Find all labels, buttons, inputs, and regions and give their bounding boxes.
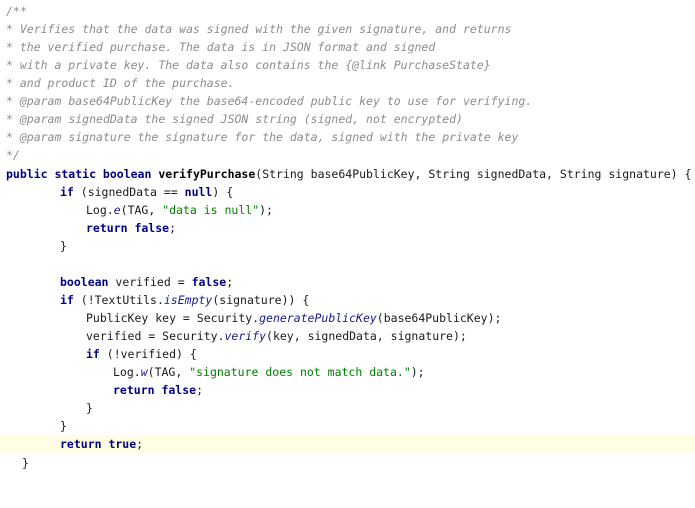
code-text: ; [196, 383, 204, 397]
closing-brace: } [60, 419, 67, 433]
code-text: verified = Security. [86, 329, 225, 343]
keyword: if [60, 185, 74, 199]
code-line[interactable]: return false; [0, 381, 695, 399]
static-method-call: isEmpty [163, 293, 213, 307]
code-line[interactable]: * @param signedData the signed JSON stri… [0, 110, 695, 128]
comment-text: * [6, 112, 20, 126]
param-tag: @param [19, 130, 62, 144]
comment-text: * [6, 94, 20, 108]
code-line[interactable]: * @param base64PublicKey the base64-enco… [0, 92, 695, 110]
code-text: ); [259, 203, 273, 217]
code-text: ; [169, 221, 177, 235]
code-text: ; [226, 275, 234, 289]
static-method-call: verify [224, 329, 267, 343]
comment-text: * with a private key. The data also cont… [6, 58, 491, 72]
code-line-method-signature[interactable]: public static boolean verifyPurchase(Str… [0, 165, 695, 183]
code-line[interactable]: } [0, 237, 695, 255]
code-text: (key, signedData, signature); [266, 329, 467, 343]
code-line[interactable]: * Verifies that the data was signed with… [0, 20, 695, 38]
static-method-call: w [140, 365, 148, 379]
code-line[interactable]: if (!verified) { [0, 345, 695, 363]
code-line[interactable]: * @param signature the signature for the… [0, 128, 695, 146]
keyword: boolean [60, 275, 109, 289]
keyword: if [60, 293, 74, 307]
code-text: (TAG, [147, 365, 190, 379]
code-line[interactable]: */ [0, 146, 695, 164]
code-line[interactable]: * the verified purchase. The data is in … [0, 38, 695, 56]
code-line[interactable]: if (signedData == null) { [0, 183, 695, 201]
code-text: ); [410, 365, 425, 379]
code-text: PublicKey key = Security. [86, 311, 260, 325]
code-line[interactable]: Log.w(TAG, "signature does not match dat… [0, 363, 695, 381]
comment-text: * the verified purchase. The data is in … [6, 40, 436, 54]
keyword: public static boolean [6, 167, 159, 181]
comment-text: */ [6, 148, 20, 162]
code-line[interactable]: boolean verified = false; [0, 273, 695, 291]
comment-text: * and product ID of the purchase. [6, 76, 235, 90]
closing-brace: } [22, 456, 29, 470]
code-line[interactable]: /** [0, 2, 695, 20]
code-text: ) { [212, 185, 234, 199]
code-line[interactable]: if (!TextUtils.isEmpty(signature)) { [0, 291, 695, 309]
keyword: return true [60, 437, 137, 451]
keyword: false [191, 275, 227, 289]
string-literal: "signature does not match data." [189, 365, 411, 379]
code-text: (signature)) { [212, 293, 310, 307]
code-line[interactable]: return false; [0, 219, 695, 237]
code-text: verified = [108, 275, 192, 289]
code-text: Log. [113, 365, 141, 379]
keyword: return false [113, 383, 197, 397]
code-line[interactable]: * and product ID of the purchase. [0, 74, 695, 92]
code-line[interactable]: } [0, 454, 695, 472]
code-text: (TAG, [120, 203, 163, 217]
param-tag: @param [19, 94, 62, 108]
comment-text: * Verifies that the data was signed with… [6, 22, 512, 36]
method-name: verifyPurchase [158, 167, 256, 181]
static-method-call: generatePublicKey [259, 311, 377, 325]
static-method-call: e [113, 203, 121, 217]
code-line[interactable]: verified = Security.verify(key, signedDa… [0, 327, 695, 345]
closing-brace: } [86, 401, 93, 415]
code-text: (String base64PublicKey, String signedDa… [255, 167, 692, 181]
string-literal: "data is null" [162, 203, 260, 217]
code-text: Log. [86, 203, 114, 217]
code-text: (signedData == [73, 185, 185, 199]
comment-text: /** [6, 4, 27, 18]
keyword: return false [86, 221, 170, 235]
comment-text: signedData the signed JSON string (signe… [61, 112, 463, 126]
code-line[interactable]: Log.e(TAG, "data is null"); [0, 201, 695, 219]
closing-brace: } [60, 239, 67, 253]
code-text: ; [136, 437, 144, 451]
code-text: (base64PublicKey); [376, 311, 502, 325]
comment-text: * [6, 130, 20, 144]
param-tag: @param [19, 112, 62, 126]
comment-text: signature the signature for the data, si… [61, 130, 519, 144]
code-line[interactable]: } [0, 417, 695, 435]
code-text: (!TextUtils. [73, 293, 164, 307]
keyword: null [184, 185, 213, 199]
code-line-current[interactable]: return true; [0, 435, 695, 453]
code-line[interactable]: PublicKey key = Security.generatePublicK… [0, 309, 695, 327]
code-line[interactable]: * with a private key. The data also cont… [0, 56, 695, 74]
comment-text: base64PublicKey the base64-encoded publi… [61, 94, 533, 108]
code-line[interactable]: } [0, 399, 695, 417]
code-text: (!verified) { [99, 347, 197, 361]
keyword: if [86, 347, 100, 361]
code-editor[interactable]: /** * Verifies that the data was signed … [0, 0, 695, 478]
